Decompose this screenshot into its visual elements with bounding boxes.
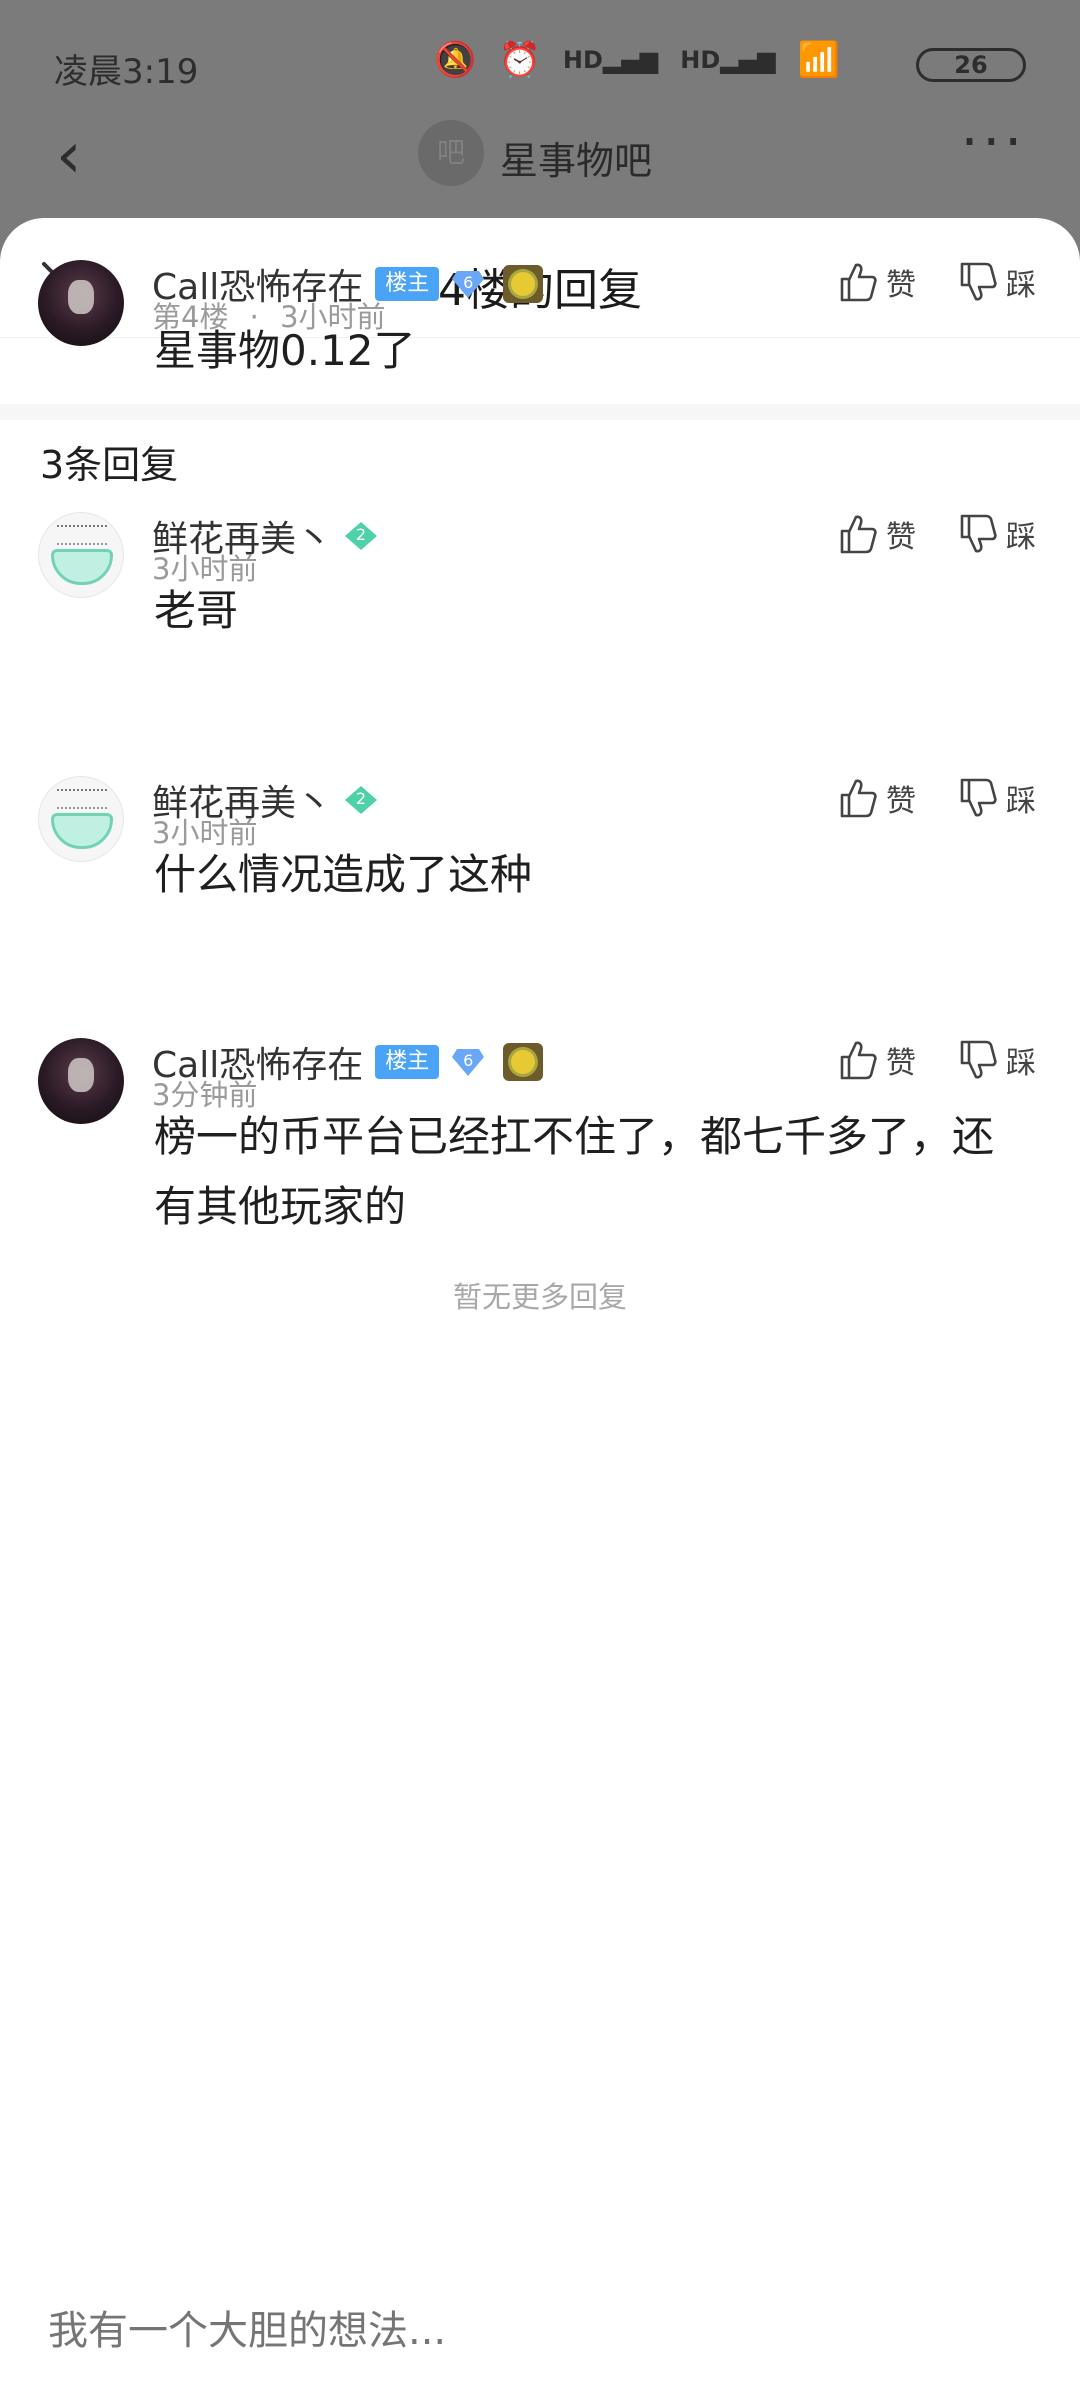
hd-signal-icon: HD▂▄▆ <box>562 46 659 74</box>
like-label: 赞 <box>886 520 916 555</box>
reply-input[interactable] <box>48 2308 1028 2354</box>
medal-icon <box>503 265 544 303</box>
thumbs-up-icon <box>840 515 877 554</box>
dislike-label: 踩 <box>1006 784 1036 819</box>
dislike-button[interactable]: 踩 <box>958 512 1036 556</box>
hd-signal-icon: HD▂▄▆ <box>680 46 776 74</box>
forum-name[interactable]: 星事物吧 <box>500 130 652 185</box>
dislike-button[interactable]: 踩 <box>958 260 1036 304</box>
reply-sheet: 4楼的回复 Call恐怖存在 楼主 6 第4楼 · 3小时前 星事物0.12了 … <box>0 218 1080 2400</box>
reply-composer <box>0 2270 1080 2400</box>
section-divider <box>0 404 1080 420</box>
mute-icon: 🔕 <box>434 40 477 80</box>
level-gem-icon: 6 <box>451 1047 485 1077</box>
thumbs-down-icon <box>960 1040 997 1079</box>
thumbs-down-icon <box>960 778 997 817</box>
dislike-button[interactable]: 踩 <box>958 776 1036 820</box>
level-number: 2 <box>355 525 367 544</box>
thumbs-down-icon <box>960 262 997 301</box>
thumbs-down-icon <box>960 514 997 553</box>
level-number: 6 <box>463 1051 474 1070</box>
reply-text[interactable]: 榜一的币平台已经扛不住了，都七千多了，还有其他玩家的 <box>154 1102 994 1242</box>
comment-text[interactable]: 星事物0.12了 <box>154 316 1034 386</box>
owner-badge: 楼主 <box>375 1045 440 1079</box>
avatar[interactable] <box>38 512 124 598</box>
like-label: 赞 <box>886 784 916 819</box>
like-button[interactable]: 赞 <box>838 1038 916 1082</box>
background-nav-bar: ‹ 吧 星事物吧 ··· <box>0 110 1080 210</box>
like-button[interactable]: 赞 <box>838 776 916 820</box>
dislike-label: 踩 <box>1006 520 1036 555</box>
level-gem-icon: 2 <box>344 785 378 815</box>
level-gem-icon: 6 <box>451 269 485 299</box>
forum-avatar: 吧 <box>418 120 484 186</box>
level-number: 2 <box>355 789 367 808</box>
level-number: 6 <box>463 273 474 292</box>
like-button[interactable]: 赞 <box>838 512 916 556</box>
reply-text[interactable]: 什么情况造成了这种 <box>154 840 1034 910</box>
dislike-label: 踩 <box>1006 268 1036 303</box>
status-time: 凌晨3:19 <box>54 52 199 92</box>
wifi-icon: 📶 <box>797 40 840 80</box>
dislike-label: 踩 <box>1006 1046 1036 1081</box>
reply-text[interactable]: 老哥 <box>154 576 1034 646</box>
medal-icon <box>503 1043 544 1081</box>
thumbs-up-icon <box>840 1041 877 1080</box>
avatar[interactable] <box>38 260 124 346</box>
reply-count: 3条回复 <box>40 443 179 487</box>
status-bar: 凌晨3:19 🔕 ⏰ HD▂▄▆ HD▂▄▆ 📶 26 <box>0 0 1080 120</box>
like-label: 赞 <box>886 1046 916 1081</box>
status-icons: 🔕 ⏰ HD▂▄▆ HD▂▄▆ 📶 <box>434 40 840 80</box>
battery-indicator: 26 <box>916 48 1026 82</box>
back-icon[interactable]: ‹ <box>56 124 82 188</box>
level-gem-icon: 2 <box>344 521 378 551</box>
like-button[interactable]: 赞 <box>838 260 916 304</box>
alarm-icon: ⏰ <box>498 40 541 80</box>
no-more-replies: 暂无更多回复 <box>452 1280 627 1314</box>
avatar[interactable] <box>38 776 124 862</box>
thumbs-up-icon <box>840 779 877 818</box>
more-icon[interactable]: ··· <box>961 110 1026 175</box>
avatar[interactable] <box>38 1038 124 1124</box>
like-label: 赞 <box>886 268 916 303</box>
dislike-button[interactable]: 踩 <box>958 1038 1036 1082</box>
thumbs-up-icon <box>840 263 877 302</box>
